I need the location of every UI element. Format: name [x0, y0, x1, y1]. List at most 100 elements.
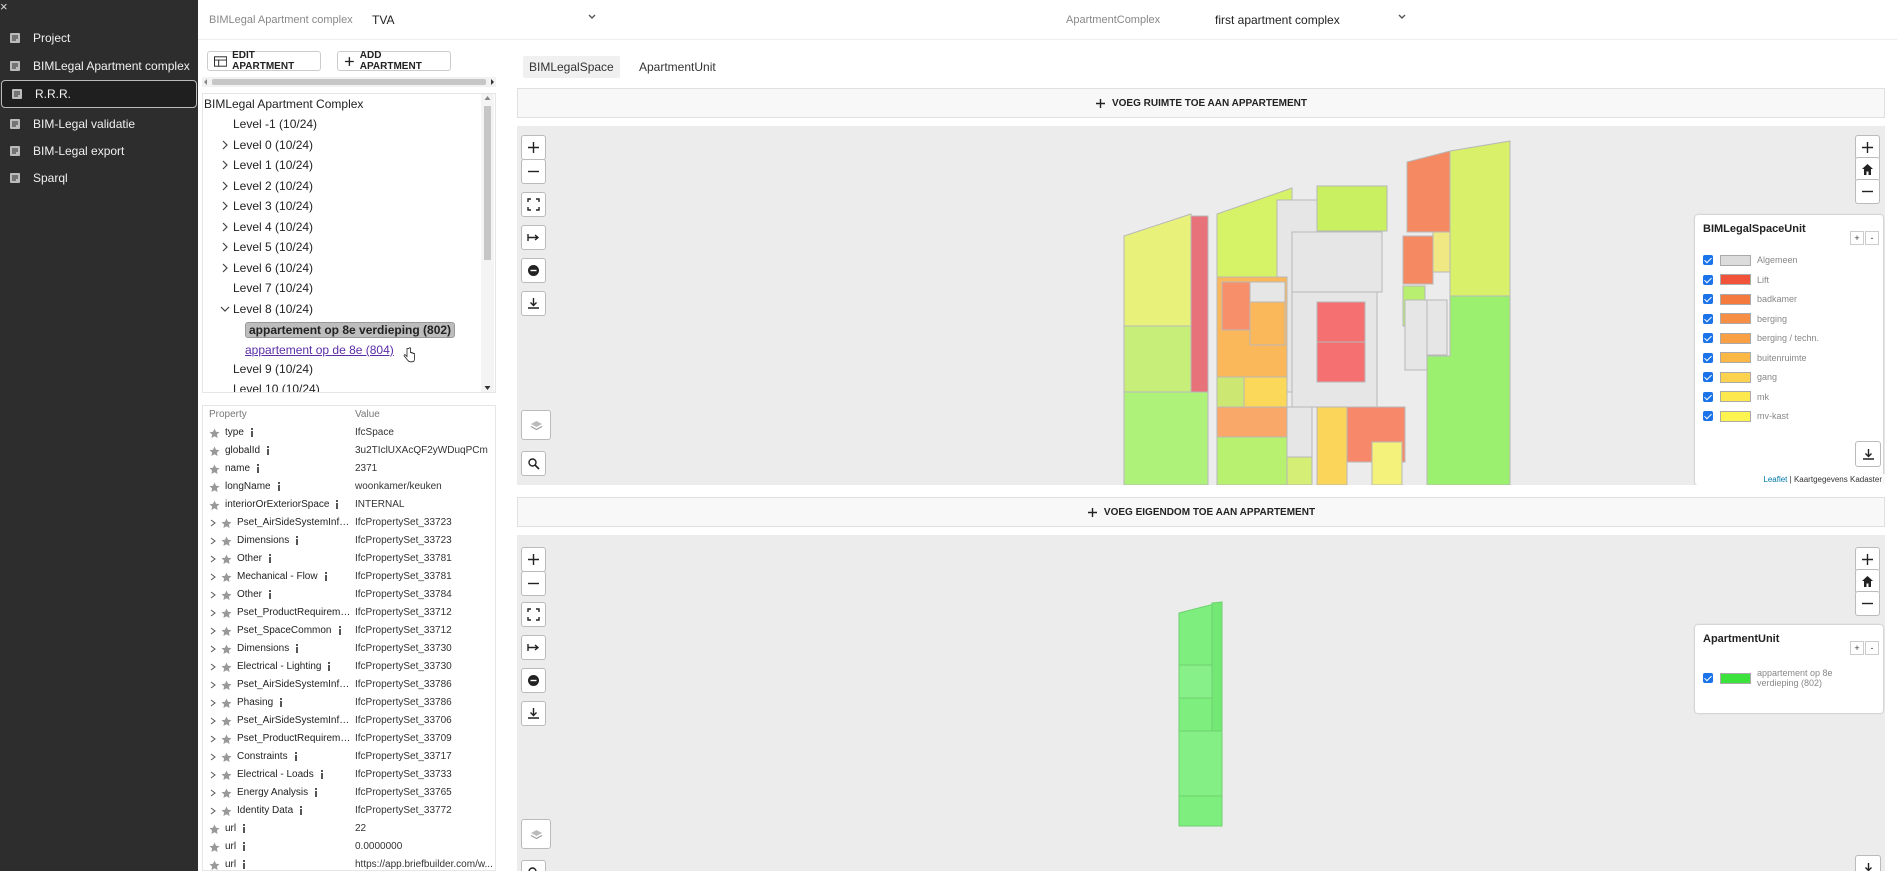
- sidebar-item-project[interactable]: Project: [0, 24, 198, 52]
- property-row[interactable]: url 22: [203, 820, 495, 838]
- zoom-in-button[interactable]: [521, 135, 546, 160]
- tree-item-level[interactable]: Level 3 (10/24): [222, 197, 313, 215]
- scroll-thumb[interactable]: [212, 79, 486, 85]
- legend-checkbox[interactable]: [1703, 352, 1713, 363]
- legend-collapse-button[interactable]: -: [1865, 641, 1879, 655]
- leaflet-link[interactable]: Leaflet: [1763, 475, 1787, 484]
- legend-item[interactable]: berging / techn.: [1703, 330, 1819, 346]
- tree-item-level[interactable]: Level 4 (10/24): [222, 218, 313, 236]
- tab-bimlegalspace[interactable]: BIMLegalSpace: [523, 56, 620, 78]
- tree-item-level[interactable]: Level 7 (10/24): [233, 279, 313, 297]
- property-row[interactable]: globalId 3u2TIclUXAcQF2yWDuqPCm: [203, 442, 495, 460]
- scroll-up-icon[interactable]: [484, 95, 491, 101]
- property-row[interactable]: Pset_AirSideSystemInfor... IfcPropertySet…: [203, 514, 495, 532]
- tree-item-selected-apartment[interactable]: appartement op 8e verdieping (802): [245, 322, 456, 338]
- tab-apartmentunit[interactable]: ApartmentUnit: [633, 56, 722, 78]
- tree-item-level[interactable]: Level 6 (10/24): [222, 259, 313, 277]
- legend-download-button[interactable]: [1855, 855, 1881, 871]
- legend-expand-button[interactable]: +: [1850, 231, 1864, 245]
- property-row[interactable]: Energy Analysis IfcPropertySet_33765: [203, 784, 495, 802]
- scroll-right-icon[interactable]: [488, 78, 496, 86]
- tree-item-level[interactable]: Level 1 (10/24): [222, 156, 313, 174]
- layers-button[interactable]: [521, 410, 551, 440]
- measure-button[interactable]: [521, 635, 546, 660]
- legend-item[interactable]: berging: [1703, 311, 1787, 327]
- legend-item[interactable]: Algemeen: [1703, 252, 1798, 268]
- add-space-button[interactable]: VOEG RUIMTE TOE AAN APPARTEMENT: [517, 88, 1885, 118]
- legend-item[interactable]: gang: [1703, 369, 1777, 385]
- zoom-out-button[interactable]: [521, 159, 546, 184]
- property-row[interactable]: interiorOrExteriorSpace INTERNAL: [203, 496, 495, 514]
- legend-expand-button[interactable]: +: [1850, 641, 1864, 655]
- sidebar-item-bimlegal-apartment-complex[interactable]: BIMLegal Apartment complex: [0, 52, 198, 80]
- close-icon[interactable]: ×: [0, 0, 12, 14]
- legend-checkbox[interactable]: [1703, 294, 1713, 304]
- tree-horizontal-scrollbar[interactable]: [202, 77, 496, 87]
- property-row[interactable]: Pset_AirSideSystemInfor... IfcPropertySet…: [203, 676, 495, 694]
- tree-item-level[interactable]: Level 9 (10/24): [233, 360, 313, 378]
- property-row[interactable]: url https://app.briefbuilder.com/w...: [203, 856, 495, 870]
- zoom-in-button[interactable]: [521, 547, 546, 572]
- property-row[interactable]: Other IfcPropertySet_33784: [203, 586, 495, 604]
- sidebar-item-bim-legal-export[interactable]: BIM-Legal export: [0, 137, 198, 165]
- property-row[interactable]: url 0.0000000: [203, 838, 495, 856]
- complex-select-value[interactable]: TVA: [372, 13, 394, 27]
- legend-item[interactable]: mv-kast: [1703, 408, 1789, 424]
- legend-checkbox[interactable]: [1703, 333, 1713, 343]
- apartment-complex-value[interactable]: first apartment complex: [1215, 13, 1340, 27]
- property-row[interactable]: Pset_ProductRequireme... IfcPropertySet_3…: [203, 730, 495, 748]
- search-button[interactable]: [521, 860, 546, 871]
- tree-item-level[interactable]: Level 8 (10/24): [220, 300, 313, 318]
- legend-item[interactable]: buitenruimte: [1703, 350, 1807, 366]
- clear-button[interactable]: [521, 668, 546, 693]
- chevron-down-icon[interactable]: [1395, 10, 1409, 24]
- fullscreen-button[interactable]: [521, 602, 546, 627]
- tree-item-level[interactable]: Level 10 (10/24): [233, 380, 320, 392]
- tree-item-level[interactable]: Level 5 (10/24): [222, 238, 313, 256]
- legend-item[interactable]: appartement op 8e verdieping (802): [1703, 667, 1867, 689]
- property-row[interactable]: name 2371: [203, 460, 495, 478]
- scroll-left-icon[interactable]: [202, 78, 210, 86]
- add-apartment-button[interactable]: ADD APARTMENT: [337, 50, 451, 72]
- chevron-down-icon[interactable]: [585, 10, 599, 24]
- property-row[interactable]: Mechanical - Flow IfcPropertySet_33781: [203, 568, 495, 586]
- legend-download-button[interactable]: [1855, 441, 1881, 467]
- legend-item[interactable]: badkamer: [1703, 291, 1797, 307]
- property-row[interactable]: Constraints IfcPropertySet_33717: [203, 748, 495, 766]
- property-row[interactable]: Electrical - Loads IfcPropertySet_33733: [203, 766, 495, 784]
- legend-checkbox[interactable]: [1703, 255, 1713, 265]
- property-row[interactable]: Dimensions IfcPropertySet_33723: [203, 532, 495, 550]
- scroll-down-icon[interactable]: [484, 385, 491, 391]
- tree-vertical-scrollbar[interactable]: [481, 94, 494, 392]
- tree-item-level[interactable]: Level -1 (10/24): [233, 115, 317, 133]
- legend-collapse-button[interactable]: -: [1865, 231, 1879, 245]
- zoom-out-button-right[interactable]: [1855, 179, 1880, 204]
- sidebar-item-sparql[interactable]: Sparql: [0, 164, 198, 192]
- property-row[interactable]: Dimensions IfcPropertySet_33730: [203, 640, 495, 658]
- fullscreen-button[interactable]: [521, 192, 546, 217]
- legend-checkbox[interactable]: [1703, 274, 1713, 285]
- legend-checkbox[interactable]: [1703, 313, 1713, 324]
- clear-button[interactable]: [521, 258, 546, 283]
- measure-button[interactable]: [521, 225, 546, 250]
- property-row[interactable]: Other IfcPropertySet_33781: [203, 550, 495, 568]
- legend-checkbox[interactable]: [1703, 391, 1713, 402]
- property-row[interactable]: Electrical - Lighting IfcPropertySet_3373…: [203, 658, 495, 676]
- edit-apartment-button[interactable]: EDIT APARTMENT: [207, 50, 321, 72]
- property-row[interactable]: type IfcSpace: [203, 424, 495, 442]
- space-map[interactable]: BIMLegalSpaceUnit + - Algemeen Lift badkam…: [517, 126, 1885, 485]
- tree-item-apartment-link[interactable]: appartement op de 8e (804): [245, 341, 394, 359]
- sidebar-item-r-r-r-[interactable]: R.R.R.: [1, 80, 197, 108]
- download-button[interactable]: [521, 291, 546, 316]
- legend-checkbox[interactable]: [1703, 673, 1713, 683]
- scroll-thumb[interactable]: [484, 106, 491, 260]
- unit-map[interactable]: ApartmentUnit + - appartement op 8e verd…: [517, 535, 1885, 871]
- property-row[interactable]: Pset_SpaceCommon IfcPropertySet_33712: [203, 622, 495, 640]
- property-row[interactable]: Pset_ProductRequireme... IfcPropertySet_3…: [203, 604, 495, 622]
- tree-item-level[interactable]: Level 2 (10/24): [222, 177, 313, 195]
- property-row[interactable]: Pset_AirSideSystemInfor... IfcPropertySet…: [203, 712, 495, 730]
- legend-item[interactable]: Lift: [1703, 272, 1769, 288]
- legend-checkbox[interactable]: [1703, 411, 1713, 421]
- property-row[interactable]: longName woonkamer/keuken: [203, 478, 495, 496]
- tree-item-level[interactable]: Level 0 (10/24): [222, 136, 313, 154]
